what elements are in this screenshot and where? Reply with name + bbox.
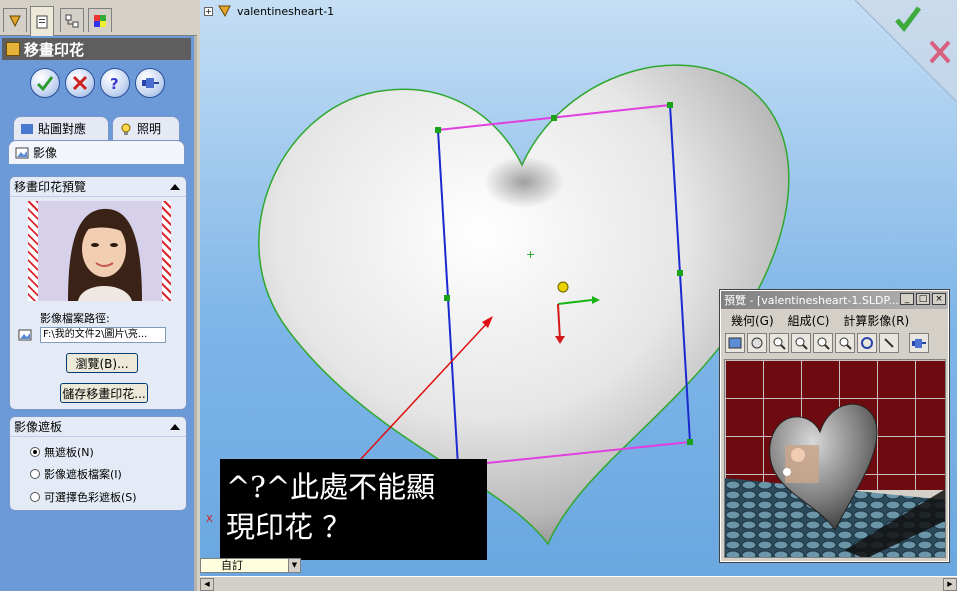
svg-text:?: ? — [110, 75, 119, 92]
confirmation-corner — [855, 0, 957, 102]
question-icon: ? — [110, 75, 119, 92]
appearance-icon — [94, 14, 106, 27]
rotate-button[interactable] — [857, 333, 877, 353]
tab-mapping-label: 貼圖對應 — [38, 122, 87, 136]
close-icon — [72, 75, 88, 91]
preview-title-bar[interactable]: 預覽 - [valentinesheart-1.SLDP... _ □ × — [721, 291, 948, 309]
radio-no-mask-label: 無遮板(N) — [44, 446, 94, 459]
rotate-icon — [861, 337, 873, 349]
mapping-icon — [21, 123, 33, 134]
appearance-tab[interactable] — [88, 8, 112, 32]
radio-color-mask[interactable]: 可選擇色彩遮板(S) — [30, 489, 137, 505]
radio-no-mask[interactable]: 無遮板(N) — [30, 444, 94, 460]
configuration-select[interactable]: 自訂 ▼ — [200, 558, 301, 573]
rendered-scene — [725, 360, 945, 557]
panel-title-bar: 移畫印花 — [2, 38, 191, 60]
pushpin-icon — [912, 339, 926, 348]
property-icon — [36, 15, 48, 28]
zoom-out-icon — [839, 337, 852, 350]
image-tool-button[interactable] — [725, 333, 745, 353]
save-decal-button[interactable]: 儲存移畫印花... — [60, 383, 148, 403]
configuration-select-value: 自訂 — [221, 559, 243, 572]
image-mask-group: 影像遮板 無遮板(N) 影像遮板檔案(I) 可選擇色彩遮板(S) — [9, 416, 187, 511]
zoom-area-button[interactable] — [769, 333, 789, 353]
decal-icon — [6, 42, 20, 56]
opengl-icon — [751, 337, 763, 349]
checkmark-icon — [36, 76, 54, 92]
feature-manager-tab[interactable] — [3, 8, 27, 32]
collapse-icon[interactable] — [170, 423, 180, 430]
property-manager-tab[interactable] — [30, 6, 54, 36]
maximize-button[interactable]: □ — [916, 293, 930, 305]
pan-button[interactable] — [879, 333, 899, 353]
tab-lighting-label: 照明 — [137, 122, 162, 136]
manager-tabs — [0, 0, 197, 36]
menu-geometry[interactable]: 幾何(G) — [731, 312, 774, 329]
menu-render-image[interactable]: 計算影像(R) — [843, 312, 909, 329]
preview-toolbar — [721, 331, 948, 355]
lightbulb-icon — [121, 123, 131, 135]
radio-image-mask-file[interactable]: 影像遮板檔案(I) — [30, 466, 122, 482]
svg-text:X: X — [206, 514, 213, 525]
tab-image-label: 影像 — [33, 146, 58, 160]
annotation-text-line2: 現印花 ？ — [226, 510, 352, 544]
render-preview-viewport[interactable] — [724, 359, 946, 558]
menu-components[interactable]: 組成(C) — [788, 312, 830, 329]
help-button[interactable]: ? — [100, 68, 130, 98]
keep-visible-button[interactable] — [135, 68, 165, 98]
horizontal-scrollbar[interactable]: ◀ ▶ — [200, 576, 957, 591]
property-manager-panel: 移畫印花 ? 貼圖對應 照明 影像 移畫印花預覽 影像檔案路徑: F:\我的文件… — [0, 0, 197, 591]
ok-button[interactable] — [30, 68, 60, 98]
decal-preview-title: 移畫印花預覽 — [14, 180, 87, 194]
zoom-icon — [773, 337, 786, 350]
graphics-area[interactable]: + valentinesheart-1 + X ^?^此處不能顯 現印花 ？ 自… — [200, 0, 957, 576]
chevron-down-icon[interactable]: ▼ — [288, 559, 300, 572]
tab-lighting[interactable]: 照明 — [112, 116, 180, 140]
radio-image-mask-file-label: 影像遮板檔案(I) — [44, 468, 122, 481]
image-icon — [728, 337, 742, 349]
zoom-in-button[interactable] — [791, 333, 811, 353]
radio-dot[interactable] — [30, 492, 40, 502]
minimize-button[interactable]: _ — [900, 293, 914, 305]
preview-window-title: 預覽 - [valentinesheart-1.SLDP... — [724, 294, 899, 307]
image-mask-title: 影像遮板 — [14, 420, 63, 434]
decal-preview-group: 移畫印花預覽 影像檔案路徑: F:\我的文件2\圖片\亮... 瀏覽(B)... — [9, 176, 187, 410]
image-icon — [15, 147, 29, 158]
cancel-button[interactable] — [65, 68, 95, 98]
pin-button[interactable] — [909, 333, 929, 353]
image-path-label: 影像檔案路徑: — [40, 312, 110, 325]
configuration-icon — [65, 14, 79, 27]
tab-mapping[interactable]: 貼圖對應 — [13, 116, 109, 140]
zoom-in-icon — [795, 337, 808, 350]
scroll-right-icon[interactable]: ▶ — [943, 578, 957, 591]
radio-dot[interactable] — [30, 447, 40, 457]
portrait-photo — [38, 201, 162, 301]
image-file-icon — [18, 329, 32, 341]
configuration-tab[interactable] — [60, 8, 84, 32]
decal-preview-header[interactable]: 移畫印花預覽 — [10, 177, 186, 197]
panel-title: 移畫印花 — [24, 40, 85, 59]
tab-image[interactable]: 影像 — [8, 140, 185, 164]
pan-icon — [884, 338, 894, 348]
collapse-icon[interactable] — [170, 183, 180, 190]
preview-menubar: 幾何(G) 組成(C) 計算影像(R) — [721, 309, 948, 331]
radio-color-mask-label: 可選擇色彩遮板(S) — [44, 491, 137, 504]
zoom-fit-icon — [817, 337, 830, 350]
opengl-button[interactable] — [747, 333, 767, 353]
image-path-field[interactable]: F:\我的文件2\圖片\亮... — [40, 327, 166, 343]
close-window-button[interactable]: × — [932, 293, 946, 305]
zoom-out-button[interactable] — [835, 333, 855, 353]
decal-preview-image — [28, 201, 171, 301]
scroll-left-icon[interactable]: ◀ — [200, 578, 214, 591]
pushpin-icon — [142, 78, 159, 88]
render-preview-window[interactable]: 預覽 - [valentinesheart-1.SLDP... _ □ × 幾何… — [719, 289, 950, 563]
browse-button[interactable]: 瀏覽(B)... — [66, 353, 138, 373]
image-mask-header[interactable]: 影像遮板 — [10, 417, 186, 437]
svg-text:+: + — [526, 248, 535, 261]
feature-tree-icon — [9, 15, 21, 27]
annotation-text-line1: ^?^此處不能顯 — [226, 470, 436, 504]
radio-dot[interactable] — [30, 469, 40, 479]
zoom-fit-button[interactable] — [813, 333, 833, 353]
annotation-callout: ^?^此處不能顯 現印花 ？ — [220, 459, 487, 560]
